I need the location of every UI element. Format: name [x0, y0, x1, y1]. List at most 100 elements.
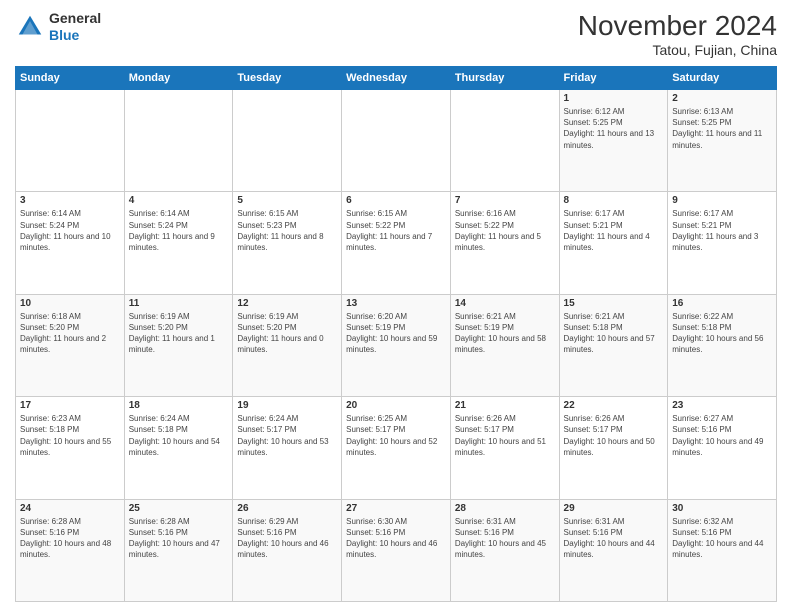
day-header-tuesday: Tuesday [233, 67, 342, 90]
day-info: Sunrise: 6:24 AM Sunset: 5:18 PM Dayligh… [129, 413, 229, 458]
calendar-table: SundayMondayTuesdayWednesdayThursdayFrid… [15, 66, 777, 602]
day-cell: 21Sunrise: 6:26 AM Sunset: 5:17 PM Dayli… [450, 397, 559, 499]
day-info: Sunrise: 6:12 AM Sunset: 5:25 PM Dayligh… [564, 106, 664, 151]
day-header-thursday: Thursday [450, 67, 559, 90]
day-header-monday: Monday [124, 67, 233, 90]
day-cell: 16 Sunrise: 6:22 AM Sunset: 5:18 PM Dayli… [668, 294, 777, 396]
header: General Blue November 2024 Tatou, Fujian… [15, 10, 777, 58]
day-header-friday: Friday [559, 67, 668, 90]
day-cell [16, 90, 125, 192]
day-cell [124, 90, 233, 192]
week-row-1: 1 Sunrise: 6:12 AM Sunset: 5:25 PM Daylig… [16, 90, 777, 192]
day-number: 27 [346, 503, 446, 514]
day-cell: 12 Sunrise: 6:19 AM Sunset: 5:20 PM Dayli… [233, 294, 342, 396]
day-info: Sunrise: 6:26 AM Sunset: 5:17 PM Dayligh… [455, 413, 555, 458]
day-info: Sunrise: 6:17 AM Sunset: 5:21 PM Dayligh… [564, 208, 664, 253]
day-number: 23 [672, 400, 772, 411]
location: Tatou, Fujian, China [578, 42, 777, 58]
day-cell: 1 Sunrise: 6:12 AM Sunset: 5:25 PM Daylig… [559, 90, 668, 192]
day-info: Sunrise: 6:29 AM Sunset: 5:16 PM Dayligh… [237, 516, 337, 561]
logo: General Blue [15, 10, 101, 44]
day-number: 26 [237, 503, 337, 514]
day-info: Sunrise: 6:31 AM Sunset: 5:16 PM Dayligh… [564, 516, 664, 561]
day-cell [342, 90, 451, 192]
day-cell: 7 Sunrise: 6:16 AM Sunset: 5:22 PM Daylig… [450, 192, 559, 294]
day-header-sunday: Sunday [16, 67, 125, 90]
day-cell: 13 Sunrise: 6:20 AM Sunset: 5:19 PM Dayli… [342, 294, 451, 396]
day-info: Sunrise: 6:16 AM Sunset: 5:22 PM Dayligh… [455, 208, 555, 253]
day-header-wednesday: Wednesday [342, 67, 451, 90]
month-title: November 2024 [578, 10, 777, 42]
day-number: 17 [20, 400, 120, 411]
logo-blue: Blue [49, 27, 79, 43]
logo-general: General [49, 10, 101, 26]
logo-text: General Blue [49, 10, 101, 44]
day-info: Sunrise: 6:20 AM Sunset: 5:19 PM Dayligh… [346, 311, 446, 356]
day-number: 28 [455, 503, 555, 514]
day-info: Sunrise: 6:23 AM Sunset: 5:18 PM Dayligh… [20, 413, 120, 458]
day-info: Sunrise: 6:26 AM Sunset: 5:17 PM Dayligh… [564, 413, 664, 458]
week-row-5: 24 Sunrise: 6:28 AM Sunset: 5:16 PM Dayli… [16, 499, 777, 601]
day-number: 24 [20, 503, 120, 514]
day-info: Sunrise: 6:19 AM Sunset: 5:20 PM Dayligh… [129, 311, 229, 356]
day-info: Sunrise: 6:19 AM Sunset: 5:20 PM Dayligh… [237, 311, 337, 356]
day-info: Sunrise: 6:14 AM Sunset: 5:24 PM Dayligh… [129, 208, 229, 253]
logo-icon [15, 12, 45, 42]
day-number: 1 [564, 93, 664, 104]
day-number: 25 [129, 503, 229, 514]
day-number: 14 [455, 298, 555, 309]
day-info: Sunrise: 6:15 AM Sunset: 5:23 PM Dayligh… [237, 208, 337, 253]
week-row-4: 17 Sunrise: 6:23 AM Sunset: 5:18 PM Dayli… [16, 397, 777, 499]
day-number: 7 [455, 195, 555, 206]
day-number: 19 [237, 400, 337, 411]
day-number: 18 [129, 400, 229, 411]
title-area: November 2024 Tatou, Fujian, China [578, 10, 777, 58]
day-info: Sunrise: 6:24 AM Sunset: 5:17 PM Dayligh… [237, 413, 337, 458]
day-number: 2 [672, 93, 772, 104]
day-info: Sunrise: 6:14 AM Sunset: 5:24 PM Dayligh… [20, 208, 120, 253]
day-cell: 4Sunrise: 6:14 AM Sunset: 5:24 PM Daylig… [124, 192, 233, 294]
day-cell: 17 Sunrise: 6:23 AM Sunset: 5:18 PM Dayli… [16, 397, 125, 499]
day-info: Sunrise: 6:32 AM Sunset: 5:16 PM Dayligh… [672, 516, 772, 561]
day-number: 30 [672, 503, 772, 514]
day-cell: 22Sunrise: 6:26 AM Sunset: 5:17 PM Dayli… [559, 397, 668, 499]
day-cell: 11 Sunrise: 6:19 AM Sunset: 5:20 PM Dayli… [124, 294, 233, 396]
day-cell: 29Sunrise: 6:31 AM Sunset: 5:16 PM Dayli… [559, 499, 668, 601]
day-header-row: SundayMondayTuesdayWednesdayThursdayFrid… [16, 67, 777, 90]
day-number: 13 [346, 298, 446, 309]
day-number: 5 [237, 195, 337, 206]
day-cell: 10 Sunrise: 6:18 AM Sunset: 5:20 PM Dayli… [16, 294, 125, 396]
day-info: Sunrise: 6:25 AM Sunset: 5:17 PM Dayligh… [346, 413, 446, 458]
day-cell: 27 Sunrise: 6:30 AM Sunset: 5:16 PM Dayli… [342, 499, 451, 601]
day-number: 20 [346, 400, 446, 411]
day-cell: 15 Sunrise: 6:21 AM Sunset: 5:18 PM Dayli… [559, 294, 668, 396]
day-number: 3 [20, 195, 120, 206]
day-info: Sunrise: 6:18 AM Sunset: 5:20 PM Dayligh… [20, 311, 120, 356]
page: General Blue November 2024 Tatou, Fujian… [0, 0, 792, 612]
day-number: 10 [20, 298, 120, 309]
day-cell: 19 Sunrise: 6:24 AM Sunset: 5:17 PM Dayli… [233, 397, 342, 499]
day-info: Sunrise: 6:31 AM Sunset: 5:16 PM Dayligh… [455, 516, 555, 561]
day-cell: 5 Sunrise: 6:15 AM Sunset: 5:23 PM Daylig… [233, 192, 342, 294]
day-number: 16 [672, 298, 772, 309]
day-info: Sunrise: 6:17 AM Sunset: 5:21 PM Dayligh… [672, 208, 772, 253]
day-cell: 24 Sunrise: 6:28 AM Sunset: 5:16 PM Dayli… [16, 499, 125, 601]
day-cell: 28 Sunrise: 6:31 AM Sunset: 5:16 PM Dayli… [450, 499, 559, 601]
week-row-2: 3 Sunrise: 6:14 AM Sunset: 5:24 PM Daylig… [16, 192, 777, 294]
day-number: 15 [564, 298, 664, 309]
day-info: Sunrise: 6:28 AM Sunset: 5:16 PM Dayligh… [20, 516, 120, 561]
day-info: Sunrise: 6:22 AM Sunset: 5:18 PM Dayligh… [672, 311, 772, 356]
day-number: 9 [672, 195, 772, 206]
day-cell: 8Sunrise: 6:17 AM Sunset: 5:21 PM Daylig… [559, 192, 668, 294]
day-cell [450, 90, 559, 192]
day-number: 11 [129, 298, 229, 309]
day-cell [233, 90, 342, 192]
day-info: Sunrise: 6:28 AM Sunset: 5:16 PM Dayligh… [129, 516, 229, 561]
day-cell: 9 Sunrise: 6:17 AM Sunset: 5:21 PM Daylig… [668, 192, 777, 294]
day-info: Sunrise: 6:27 AM Sunset: 5:16 PM Dayligh… [672, 413, 772, 458]
day-info: Sunrise: 6:21 AM Sunset: 5:18 PM Dayligh… [564, 311, 664, 356]
day-info: Sunrise: 6:30 AM Sunset: 5:16 PM Dayligh… [346, 516, 446, 561]
day-info: Sunrise: 6:15 AM Sunset: 5:22 PM Dayligh… [346, 208, 446, 253]
day-number: 12 [237, 298, 337, 309]
day-cell: 14Sunrise: 6:21 AM Sunset: 5:19 PM Dayli… [450, 294, 559, 396]
